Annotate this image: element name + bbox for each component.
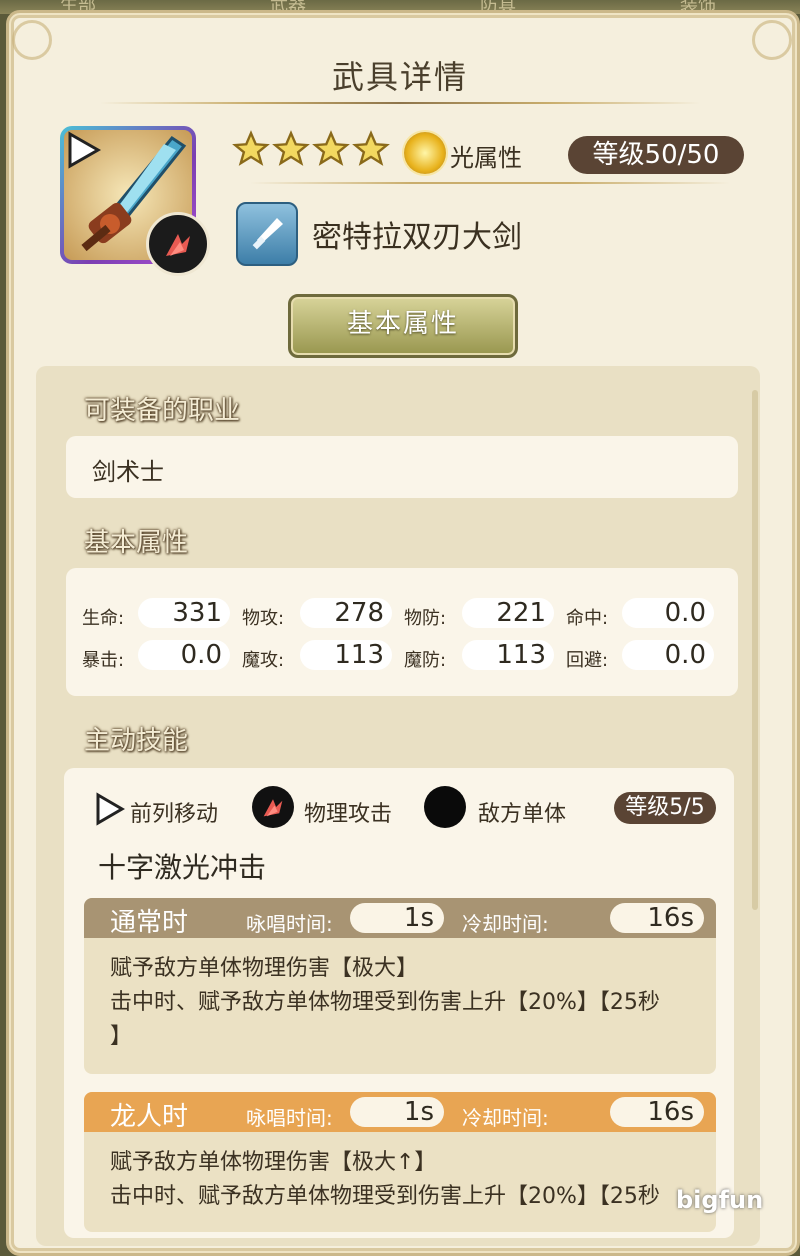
header-divider: [250, 182, 730, 184]
cast-time-value: 1s: [350, 1097, 444, 1127]
rarity-stars: [232, 130, 390, 168]
play-triangle-icon: [68, 131, 102, 169]
skill-tag-move: 前列移动: [130, 802, 219, 827]
cooldown-value: 16s: [610, 903, 704, 933]
stat-value: 221: [462, 598, 554, 628]
stat-label: 魔防:: [404, 650, 447, 671]
cast-time-label: 咏唱时间:: [246, 912, 333, 936]
stats-section-title: 基本属性: [84, 528, 189, 558]
equip-job: 剑术士: [92, 458, 164, 486]
mode-desc-line: 击中时、赋予敌方单体物理受到伤害上升【20%】【25秒: [110, 1184, 660, 1209]
physical-attack-icon: [252, 786, 294, 828]
light-attribute-icon: [404, 132, 446, 174]
star-icon: [312, 130, 350, 166]
skill-mode-dragon: 龙人时 咏唱时间: 1s 冷却时间: 16s 赋予敌方单体物理伤害【极大↑】 击…: [84, 1092, 716, 1232]
stat-value: 0.0: [138, 640, 230, 670]
cooldown-label: 冷却时间:: [462, 912, 549, 936]
stat-label: 魔攻:: [242, 650, 285, 671]
mode-desc-line: 】: [110, 1024, 133, 1049]
mode-name: 龙人时: [110, 1102, 189, 1132]
basic-attributes-button[interactable]: 基本属性: [288, 294, 518, 358]
stat-label: 命中:: [566, 608, 609, 629]
cooldown-label: 冷却时间:: [462, 1106, 549, 1130]
stat-value: 0.0: [622, 598, 714, 628]
stat-value: 278: [300, 598, 392, 628]
physical-attack-icon: [146, 212, 210, 276]
skill-tag-physical: 物理攻击: [304, 802, 393, 827]
skill-section-title: 主动技能: [84, 726, 189, 756]
title-divider: [100, 102, 700, 104]
equip-section-title: 可装备的职业: [84, 396, 241, 426]
skill-name: 十字激光冲击: [98, 851, 267, 884]
skill-level-badge: 等级5/5: [614, 792, 716, 824]
stats-box: [66, 568, 738, 696]
stat-label: 生命:: [82, 608, 125, 629]
cast-time-value: 1s: [350, 903, 444, 933]
mode-desc-line: 击中时、赋予敌方单体物理受到伤害上升【20%】【25秒: [110, 990, 660, 1015]
stat-label: 物攻:: [242, 608, 285, 629]
sword-type-icon: [236, 202, 298, 266]
single-target-icon: [424, 786, 466, 828]
play-triangle-icon: [96, 792, 125, 826]
weapon-name: 密特拉双刃大剑: [312, 220, 522, 255]
stat-value: 113: [300, 640, 392, 670]
scrollbar[interactable]: [752, 390, 758, 910]
mode-name: 通常时: [110, 908, 189, 938]
stat-value: 113: [462, 640, 554, 670]
skill-mode-normal: 通常时 咏唱时间: 1s 冷却时间: 16s 赋予敌方单体物理伤害【极大】 击中…: [84, 898, 716, 1074]
stat-label: 回避:: [566, 650, 609, 671]
watermark-logo: bigfun: [676, 1186, 764, 1214]
skill-tag-target: 敌方单体: [478, 802, 567, 827]
stat-value: 331: [138, 598, 230, 628]
stat-label: 暴击:: [82, 650, 125, 671]
cast-time-label: 咏唱时间:: [246, 1106, 333, 1130]
mode-desc-line: 赋予敌方单体物理伤害【极大】: [110, 956, 419, 981]
cooldown-value: 16s: [610, 1097, 704, 1127]
mode-desc-line: 赋予敌方单体物理伤害【极大↑】: [110, 1150, 437, 1175]
star-icon: [352, 130, 390, 166]
equip-job-box: [66, 436, 738, 498]
stat-label: 物防:: [404, 608, 447, 629]
star-icon: [232, 130, 270, 166]
attribute-label: 光属性: [450, 144, 522, 172]
star-icon: [272, 130, 310, 166]
weapon-level-badge: 等级50/50: [568, 136, 744, 174]
page-title: 武具详情: [331, 58, 468, 96]
stat-value: 0.0: [622, 640, 714, 670]
